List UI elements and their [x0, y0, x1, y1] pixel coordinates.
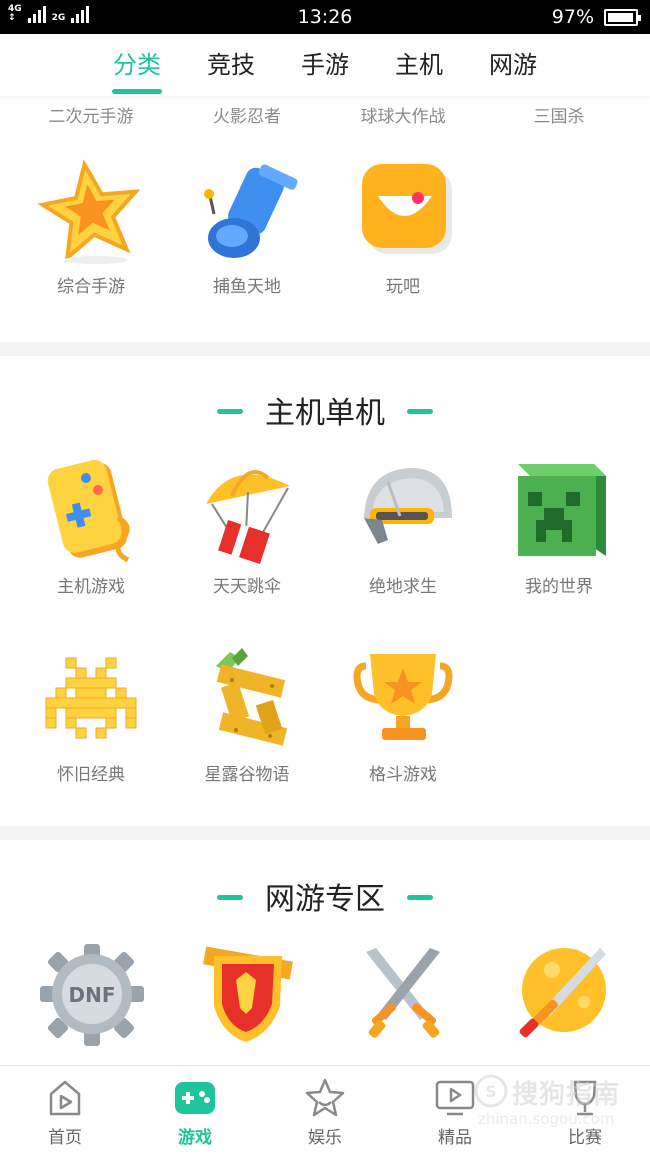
category-item-sword-moon[interactable]	[481, 940, 637, 1050]
category-label: 天天跳伞	[213, 577, 281, 597]
nav-home[interactable]: 首页	[0, 1066, 130, 1155]
star-icon	[37, 159, 141, 264]
category-item-parachute[interactable]: 天天跳伞	[169, 456, 325, 597]
app-screen: 4G ↕ 2G 13:26 97% 分类 竞技 手游 主机 网游 二次元手游 火影…	[0, 0, 650, 1155]
category-label: 格斗游戏	[369, 765, 437, 785]
nav-featured[interactable]: 精品	[390, 1066, 520, 1155]
star-nav-icon	[305, 1078, 345, 1117]
mobile-games-panel: 二次元手游 火影忍者 球球大作战 三国杀 综合手游 捕鱼天地 玩吧	[0, 96, 650, 342]
category-item-fishing[interactable]: 捕鱼天地	[169, 156, 325, 297]
sword-moon-icon	[519, 948, 606, 1038]
tab-esports[interactable]: 竞技	[184, 34, 278, 96]
category-label: 综合手游	[57, 277, 125, 297]
category-label: 捕鱼天地	[213, 277, 281, 297]
category-label: 绝地求生	[369, 577, 437, 597]
tab-online-games[interactable]: 网游	[466, 34, 560, 96]
creeper-block-icon	[518, 464, 606, 556]
category-item-minecraft[interactable]: 我的世界	[481, 456, 637, 597]
tab-console[interactable]: 主机	[372, 34, 466, 96]
nav-matches[interactable]: 比赛	[520, 1066, 650, 1155]
tab-mobile-games[interactable]: 手游	[278, 34, 372, 96]
category-label[interactable]: 二次元手游	[13, 102, 169, 127]
nav-label: 比赛	[568, 1128, 602, 1148]
section-title-online: 网游专区	[0, 874, 650, 918]
category-label[interactable]: 火影忍者	[169, 102, 325, 127]
battery-icon	[604, 8, 641, 26]
category-item-fighting[interactable]: 格斗游戏	[325, 644, 481, 785]
nav-entertainment[interactable]: 娱乐	[260, 1066, 390, 1155]
nav-label: 游戏	[178, 1128, 212, 1148]
title-dash-right	[407, 409, 433, 414]
category-tabs: 分类 竞技 手游 主机 网游	[0, 34, 650, 96]
nav-label: 精品	[438, 1128, 472, 1148]
category-item-retro[interactable]: 怀旧经典	[13, 644, 169, 785]
wanba-face-icon	[362, 164, 452, 254]
svg-text:DNF: DNF	[68, 983, 115, 1007]
title-dash-right	[407, 895, 433, 900]
trophy-icon	[353, 654, 453, 740]
console-games-panel: 主机单机 主机游戏 天天跳伞 绝地求生 我的世界 怀旧经典 星露谷物语 格斗游戏	[0, 356, 650, 826]
online-games-panel: 网游专区 DNF	[0, 840, 650, 1070]
nav-label: 娱乐	[308, 1128, 342, 1148]
crossed-swords-icon	[366, 948, 440, 1038]
category-item-wanba[interactable]: 玩吧	[325, 156, 481, 297]
monitor-play-icon	[435, 1080, 475, 1116]
battery-percent: 97%	[551, 6, 594, 28]
category-item-console[interactable]: 主机游戏	[13, 456, 169, 597]
nav-games[interactable]: 游戏	[130, 1066, 260, 1155]
nav-label: 首页	[48, 1128, 82, 1148]
status-bar: 4G ↕ 2G 13:26 97%	[0, 0, 650, 34]
dnf-gear-icon: DNF	[40, 944, 144, 1046]
wooden-s-icon	[216, 648, 288, 746]
tab-category[interactable]: 分类	[90, 34, 184, 96]
category-item-stardew[interactable]: 星露谷物语	[169, 644, 325, 785]
space-invader-icon	[45, 657, 137, 739]
cannon-icon	[204, 164, 298, 258]
category-label: 怀旧经典	[57, 765, 125, 785]
category-item-swords[interactable]	[325, 940, 481, 1050]
gamepad-icon	[47, 459, 130, 563]
category-item-wow[interactable]	[169, 940, 325, 1050]
section-title-console: 主机单机	[0, 388, 650, 432]
category-item-dnf[interactable]: DNF	[13, 940, 169, 1050]
bottom-navigation: 首页 游戏 娱乐 精品 比赛	[0, 1065, 650, 1155]
home-play-icon	[49, 1080, 81, 1116]
horde-shield-icon	[203, 946, 293, 1042]
category-label[interactable]: 三国杀	[481, 102, 637, 127]
category-label: 我的世界	[525, 577, 593, 597]
category-item-mobile[interactable]: 综合手游	[13, 156, 169, 297]
title-dash-left	[217, 409, 243, 414]
parachute-icon	[206, 470, 290, 565]
gamepad-nav-icon	[175, 1082, 215, 1114]
title-dash-left	[217, 895, 243, 900]
category-label: 玩吧	[386, 277, 420, 297]
category-label: 主机游戏	[57, 577, 125, 597]
trophy-nav-icon	[573, 1080, 597, 1116]
category-item-pubg[interactable]: 绝地求生	[325, 456, 481, 597]
category-label: 星露谷物语	[204, 765, 290, 785]
helmet-icon	[364, 468, 452, 544]
category-label[interactable]: 球球大作战	[325, 102, 481, 127]
